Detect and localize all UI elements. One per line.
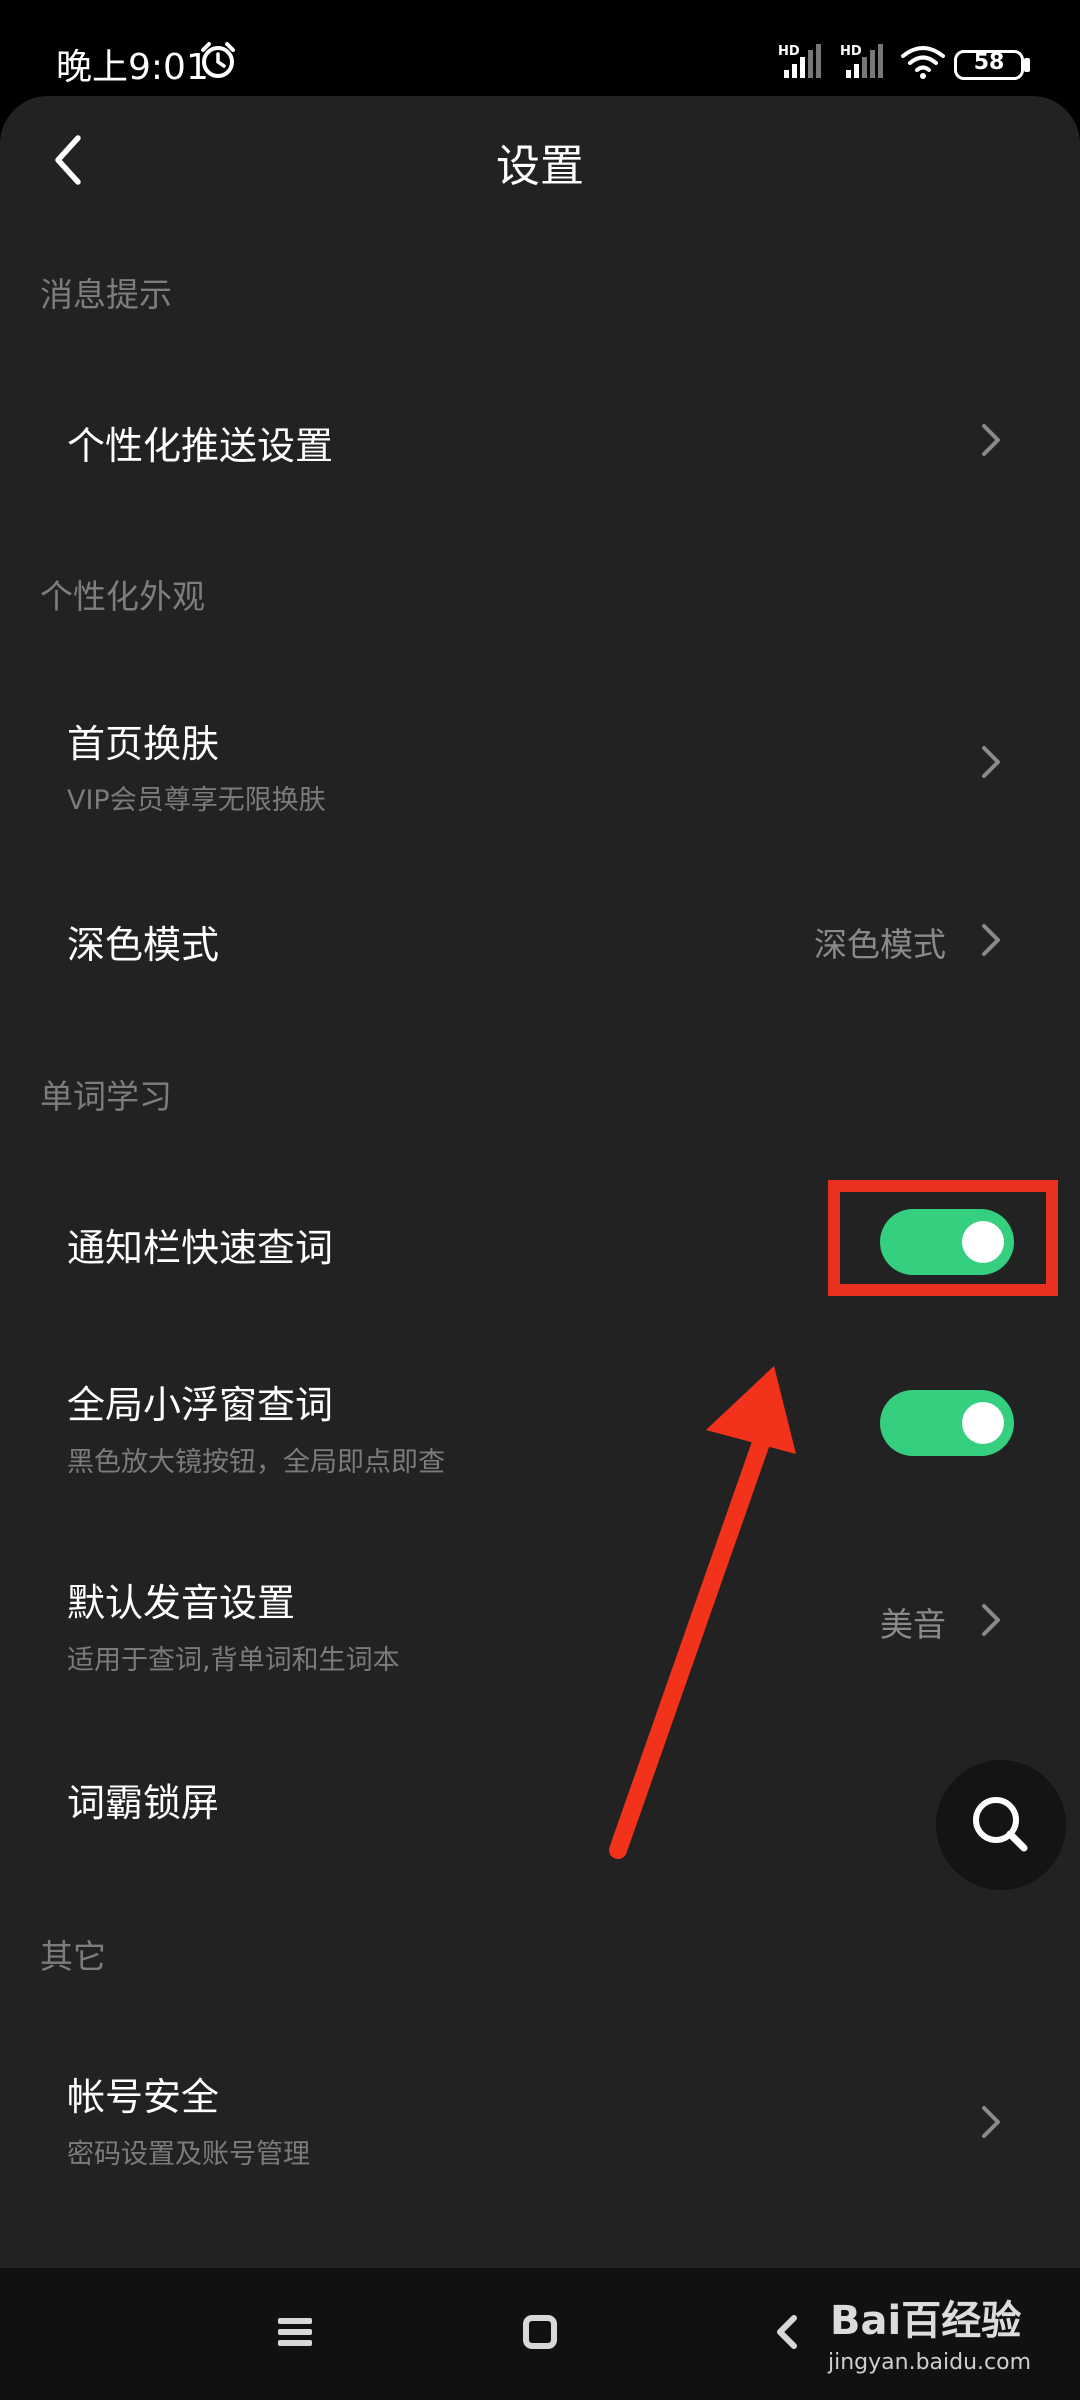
battery-cap xyxy=(1024,58,1030,72)
back-nav-icon[interactable] xyxy=(770,2312,804,2352)
row-subtitle: 密码设置及账号管理 xyxy=(67,2139,310,2170)
menu-icon[interactable] xyxy=(276,2314,316,2350)
section-heading-word-study: 单词学习 xyxy=(40,1077,172,1116)
row-title: 个性化推送设置 xyxy=(67,424,334,468)
section-heading-other: 其它 xyxy=(40,1937,106,1976)
row-skin[interactable]: 首页换肤 VIP会员尊享无限换肤 xyxy=(0,680,1080,840)
row-title: 通知栏快速查词 xyxy=(67,1226,334,1270)
row-title: 默认发音设置 xyxy=(67,1581,296,1625)
svg-text:Bai百经验: Bai百经验 xyxy=(830,2298,1021,2344)
row-title: 深色模式 xyxy=(67,923,220,967)
home-icon[interactable] xyxy=(522,2314,558,2350)
chevron-right-icon xyxy=(982,746,1000,778)
row-title: 帐号安全 xyxy=(67,2075,220,2119)
status-bar: 晚上9:01 HD HD 58 xyxy=(0,0,1080,96)
row-title: 词霸锁屏 xyxy=(67,1781,220,1825)
signal-icon-sim2: HD xyxy=(840,44,883,78)
row-title: 首页换肤 xyxy=(67,722,220,766)
row-title: 全局小浮窗查词 xyxy=(67,1383,334,1427)
floating-search-button[interactable] xyxy=(936,1760,1066,1890)
svg-text:HD: HD xyxy=(840,44,862,59)
row-floating-lookup: 全局小浮窗查词 黑色放大镜按钮，全局即点即查 xyxy=(0,1350,1080,1510)
chevron-right-icon xyxy=(982,924,1000,956)
annotation-arrow xyxy=(609,1366,796,1859)
row-lockscreen[interactable]: 词霸锁屏 xyxy=(0,1740,1080,1860)
toggle-knob xyxy=(962,1402,1004,1444)
floating-lookup-toggle[interactable] xyxy=(880,1390,1014,1456)
battery-icon: 58 xyxy=(954,50,1024,80)
row-pronunciation[interactable]: 默认发音设置 适用于查词,背单词和生词本 美音 xyxy=(0,1550,1080,1710)
status-time: 晚上9:01 xyxy=(56,47,209,88)
row-push-settings[interactable]: 个性化推送设置 xyxy=(0,372,1080,508)
row-value: 深色模式 xyxy=(814,925,946,964)
watermark-url: jingyan.baidu.com xyxy=(828,2350,1032,2375)
row-value: 美音 xyxy=(880,1605,946,1644)
chevron-right-icon xyxy=(982,2106,1000,2138)
row-subtitle: 黑色放大镜按钮，全局即点即查 xyxy=(67,1447,445,1478)
chevron-right-icon xyxy=(982,1604,1000,1636)
section-heading-appearance: 个性化外观 xyxy=(40,577,205,616)
page-title: 设置 xyxy=(496,141,584,192)
alarm-icon xyxy=(201,42,235,78)
row-subtitle: 适用于查词,背单词和生词本 xyxy=(67,1645,400,1676)
row-dark-mode[interactable]: 深色模式 深色模式 xyxy=(0,880,1080,1000)
wifi-icon xyxy=(901,46,945,79)
row-account-security[interactable]: 帐号安全 密码设置及账号管理 xyxy=(0,2040,1080,2200)
battery-level: 58 xyxy=(973,50,1005,75)
section-heading-message: 消息提示 xyxy=(40,275,172,314)
svg-text:HD: HD xyxy=(778,44,800,59)
search-icon xyxy=(973,1797,1028,1852)
red-highlight-box xyxy=(828,1180,1058,1296)
signal-icon-sim1: HD xyxy=(778,44,821,78)
chevron-right-icon xyxy=(982,424,1000,456)
row-subtitle: VIP会员尊享无限换肤 xyxy=(67,785,326,816)
baidu-jingyan-watermark: Bai百经验 xyxy=(830,2298,1021,2344)
